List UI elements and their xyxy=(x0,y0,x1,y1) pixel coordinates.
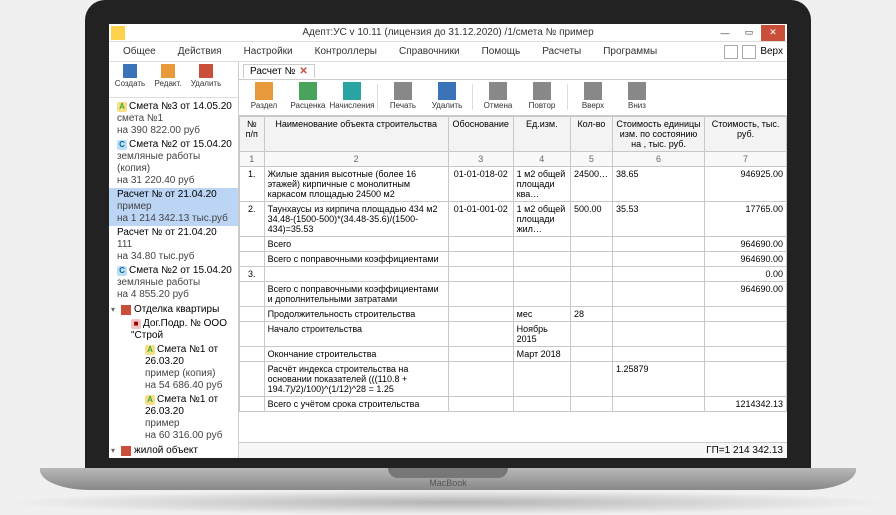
menu-help[interactable]: Помощь xyxy=(472,44,531,59)
status-total: ГП=1 214 342.13 xyxy=(706,445,783,456)
col-name[interactable]: Наименование объекта строительства xyxy=(264,117,448,152)
tb-down[interactable]: Вниз xyxy=(616,82,658,110)
titlebar: Адепт:УС v 10.11 (лицензия до 31.12.2020… xyxy=(109,24,787,42)
edit-icon xyxy=(161,64,175,78)
col-unitcost[interactable]: Стоимость единицы изм. по состоянию на ,… xyxy=(612,117,704,152)
tree-item[interactable]: Расчет № от 21.04.20111на 34.80 тыс.руб xyxy=(109,226,238,264)
close-button[interactable]: ✕ xyxy=(761,25,785,41)
folder-icon xyxy=(121,446,131,456)
sidebar-edit-button[interactable]: Редакт. xyxy=(151,64,185,88)
tb-delete[interactable]: Удалить xyxy=(426,82,468,110)
tree-item[interactable]: АСмета №1 от 26.03.20примерна 60 316.00 … xyxy=(137,393,238,443)
table-row[interactable]: Всего964690.00 xyxy=(240,237,787,252)
sidebar-delete-button[interactable]: Удалить xyxy=(189,64,223,88)
table-row[interactable]: Окончание строительстваМарт 2018 xyxy=(240,347,787,362)
accruals-icon xyxy=(343,82,361,100)
sidebar-create-button[interactable]: Создать xyxy=(113,64,147,88)
menu-calc[interactable]: Расчеты xyxy=(532,44,591,59)
arrow-up-icon xyxy=(584,82,602,100)
grid-mode-button[interactable] xyxy=(724,45,738,59)
tree-item[interactable]: ССмета №2 от 15.04.20 земляные работына … xyxy=(109,264,238,302)
project-tree[interactable]: АСмета №3 от 14.05.20 смета №1на 390 822… xyxy=(109,98,238,458)
menu-programs[interactable]: Программы xyxy=(593,44,667,59)
tb-up[interactable]: Вверх xyxy=(572,82,614,110)
rate-icon xyxy=(299,82,317,100)
arrow-down-icon xyxy=(628,82,646,100)
minimize-button[interactable]: — xyxy=(713,25,737,41)
estimate-grid[interactable]: № п/п Наименование объекта строительства… xyxy=(239,116,787,412)
print-icon xyxy=(394,82,412,100)
tree-folder[interactable]: ▾жилой объект xyxy=(109,443,238,458)
menu-general[interactable]: Общее xyxy=(113,44,166,59)
col-num[interactable]: № п/п xyxy=(240,117,265,152)
col-unit[interactable]: Ед.изм. xyxy=(513,117,570,152)
redo-icon xyxy=(533,82,551,100)
statusbar: ГП=1 214 342.13 xyxy=(239,442,787,458)
tb-section[interactable]: Раздел xyxy=(243,82,285,110)
menu-refs[interactable]: Справочники xyxy=(389,44,470,59)
table-row[interactable]: Начало строительстваНоябрь 2015 xyxy=(240,322,787,347)
folder-icon xyxy=(121,305,131,315)
create-icon xyxy=(123,64,137,78)
table-row[interactable]: Всего с учётом срока строительства121434… xyxy=(240,397,787,412)
tb-undo[interactable]: Отмена xyxy=(477,82,519,110)
col-basis[interactable]: Обоснование xyxy=(448,117,513,152)
col-cost[interactable]: Стоимость, тыс. руб. xyxy=(705,117,787,152)
trash-icon xyxy=(438,82,456,100)
table-row[interactable]: 3.0.00 xyxy=(240,267,787,282)
menu-controllers[interactable]: Контроллеры xyxy=(305,44,387,59)
app-icon xyxy=(111,26,125,40)
tb-redo[interactable]: Повтор xyxy=(521,82,563,110)
tab-label: Расчет № xyxy=(250,66,295,77)
tab-close-icon[interactable]: ✕ xyxy=(299,66,307,77)
table-row[interactable]: Всего с поправочными коэффициентами и до… xyxy=(240,282,787,307)
tree-item[interactable]: ■Дог.Подр. № ООО "Строй xyxy=(123,317,238,343)
tb-rate[interactable]: Расценка xyxy=(287,82,329,110)
sidebar: Создать Редакт. Удалить АСмета №3 от 14.… xyxy=(109,62,239,458)
tree-folder[interactable]: ▾Отделка квартиры xyxy=(109,302,238,317)
toolbar: Раздел Расценка Начисления Печать Удалит… xyxy=(239,80,787,116)
section-icon xyxy=(255,82,273,100)
tree-item[interactable]: АСмета №3 от 14.05.20 смета №1на 390 822… xyxy=(109,100,238,138)
laptop-label: MacBook xyxy=(429,478,467,488)
tree-item[interactable]: ССмета №2 от 15.04.20 земляные работы (к… xyxy=(109,138,238,188)
delete-icon xyxy=(199,64,213,78)
tab-estimate[interactable]: Расчет № ✕ xyxy=(243,64,315,78)
tree-item-selected[interactable]: Расчет № от 21.04.20примерна 1 214 342.1… xyxy=(109,188,238,226)
table-row[interactable]: Расчёт индекса строительства на основани… xyxy=(240,362,787,397)
undo-icon xyxy=(489,82,507,100)
table-row[interactable]: 2.Таунхаусы из кирпича площадью 434 м234… xyxy=(240,202,787,237)
menubar: Общее Действия Настройки Контроллеры Спр… xyxy=(109,42,787,62)
table-row[interactable]: 1.Жилые здания высотные (более 16 этажей… xyxy=(240,167,787,202)
table-row[interactable]: Продолжительность строительствамес28 xyxy=(240,307,787,322)
table-row[interactable]: Всего с поправочными коэффициентами96469… xyxy=(240,252,787,267)
maximize-button[interactable]: ▭ xyxy=(737,25,761,41)
tb-accruals[interactable]: Начисления xyxy=(331,82,373,110)
top-button-label[interactable]: Верх xyxy=(760,46,783,57)
calendar-button[interactable] xyxy=(742,45,756,59)
menu-settings[interactable]: Настройки xyxy=(234,44,303,59)
col-qty[interactable]: Кол-во xyxy=(570,117,612,152)
menu-actions[interactable]: Действия xyxy=(168,44,232,59)
window-title: Адепт:УС v 10.11 (лицензия до 31.12.2020… xyxy=(302,27,593,38)
tree-item[interactable]: АСмета №1 от 26.03.20пример (копия)на 54… xyxy=(137,343,238,393)
tb-print[interactable]: Печать xyxy=(382,82,424,110)
